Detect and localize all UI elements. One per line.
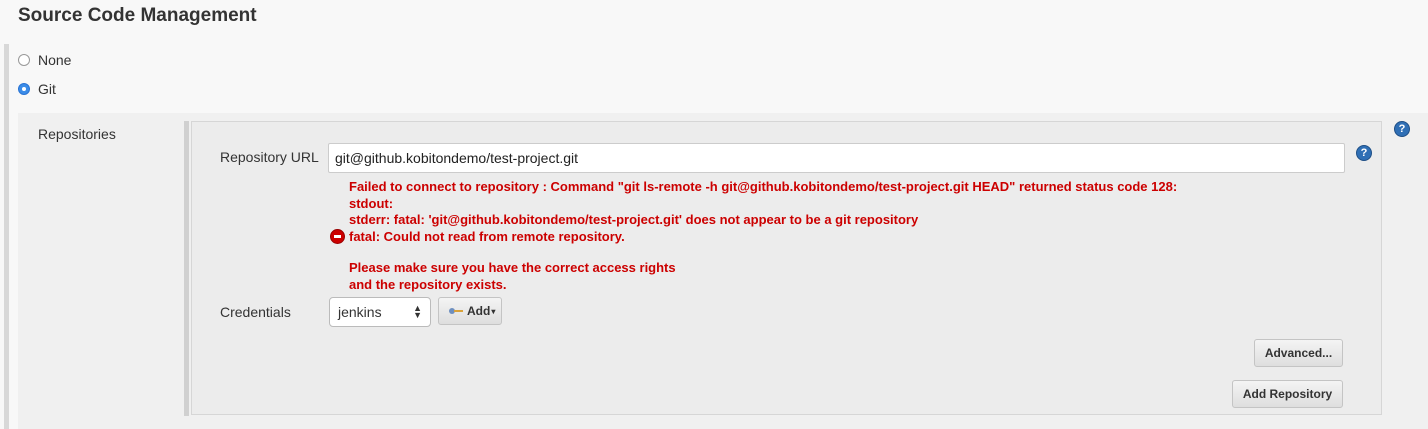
add-repository-button[interactable]: Add Repository <box>1232 380 1343 408</box>
repository-url-input[interactable] <box>328 143 1345 173</box>
radio-git[interactable] <box>18 83 30 95</box>
scm-option-none-label: None <box>38 52 72 68</box>
select-arrows-icon: ▲ ▼ <box>413 303 422 320</box>
scm-option-git[interactable]: Git <box>18 79 56 99</box>
repositories-label: Repositories <box>38 126 116 142</box>
repository-error-message: Failed to connect to repository : Comman… <box>349 179 1177 293</box>
repository-url-help-icon[interactable]: ? <box>1356 145 1372 161</box>
error-line: stdout: <box>349 195 394 211</box>
advanced-button[interactable]: Advanced... <box>1254 339 1343 367</box>
key-icon <box>449 308 463 314</box>
repositories-help-icon[interactable]: ? <box>1394 121 1410 137</box>
error-line: stderr: fatal: 'git@github.kobitondemo/t… <box>349 212 919 227</box>
error-line: Failed to connect to repository : Comman… <box>349 179 1178 194</box>
credentials-select[interactable]: jenkins ▲ ▼ <box>329 297 431 327</box>
add-credentials-label: Add <box>467 304 491 318</box>
section-indent-bar <box>4 44 9 429</box>
credentials-selected-value: jenkins <box>338 304 382 320</box>
dropdown-caret-icon: ▾ <box>491 306 496 316</box>
error-line: and the repository exists. <box>349 276 507 292</box>
section-title: Source Code Management <box>18 5 257 26</box>
repository-url-label: Repository URL <box>220 149 319 165</box>
radio-none[interactable] <box>18 54 30 66</box>
scm-option-none[interactable]: None <box>18 50 71 70</box>
add-credentials-button[interactable]: Add ▾ <box>438 297 502 325</box>
error-line: fatal: Could not read from remote reposi… <box>349 228 625 244</box>
error-line: Please make sure you have the correct ac… <box>349 260 676 275</box>
credentials-label: Credentials <box>220 304 291 320</box>
repository-indent-bar <box>184 121 189 416</box>
scm-option-git-label: Git <box>38 81 56 97</box>
